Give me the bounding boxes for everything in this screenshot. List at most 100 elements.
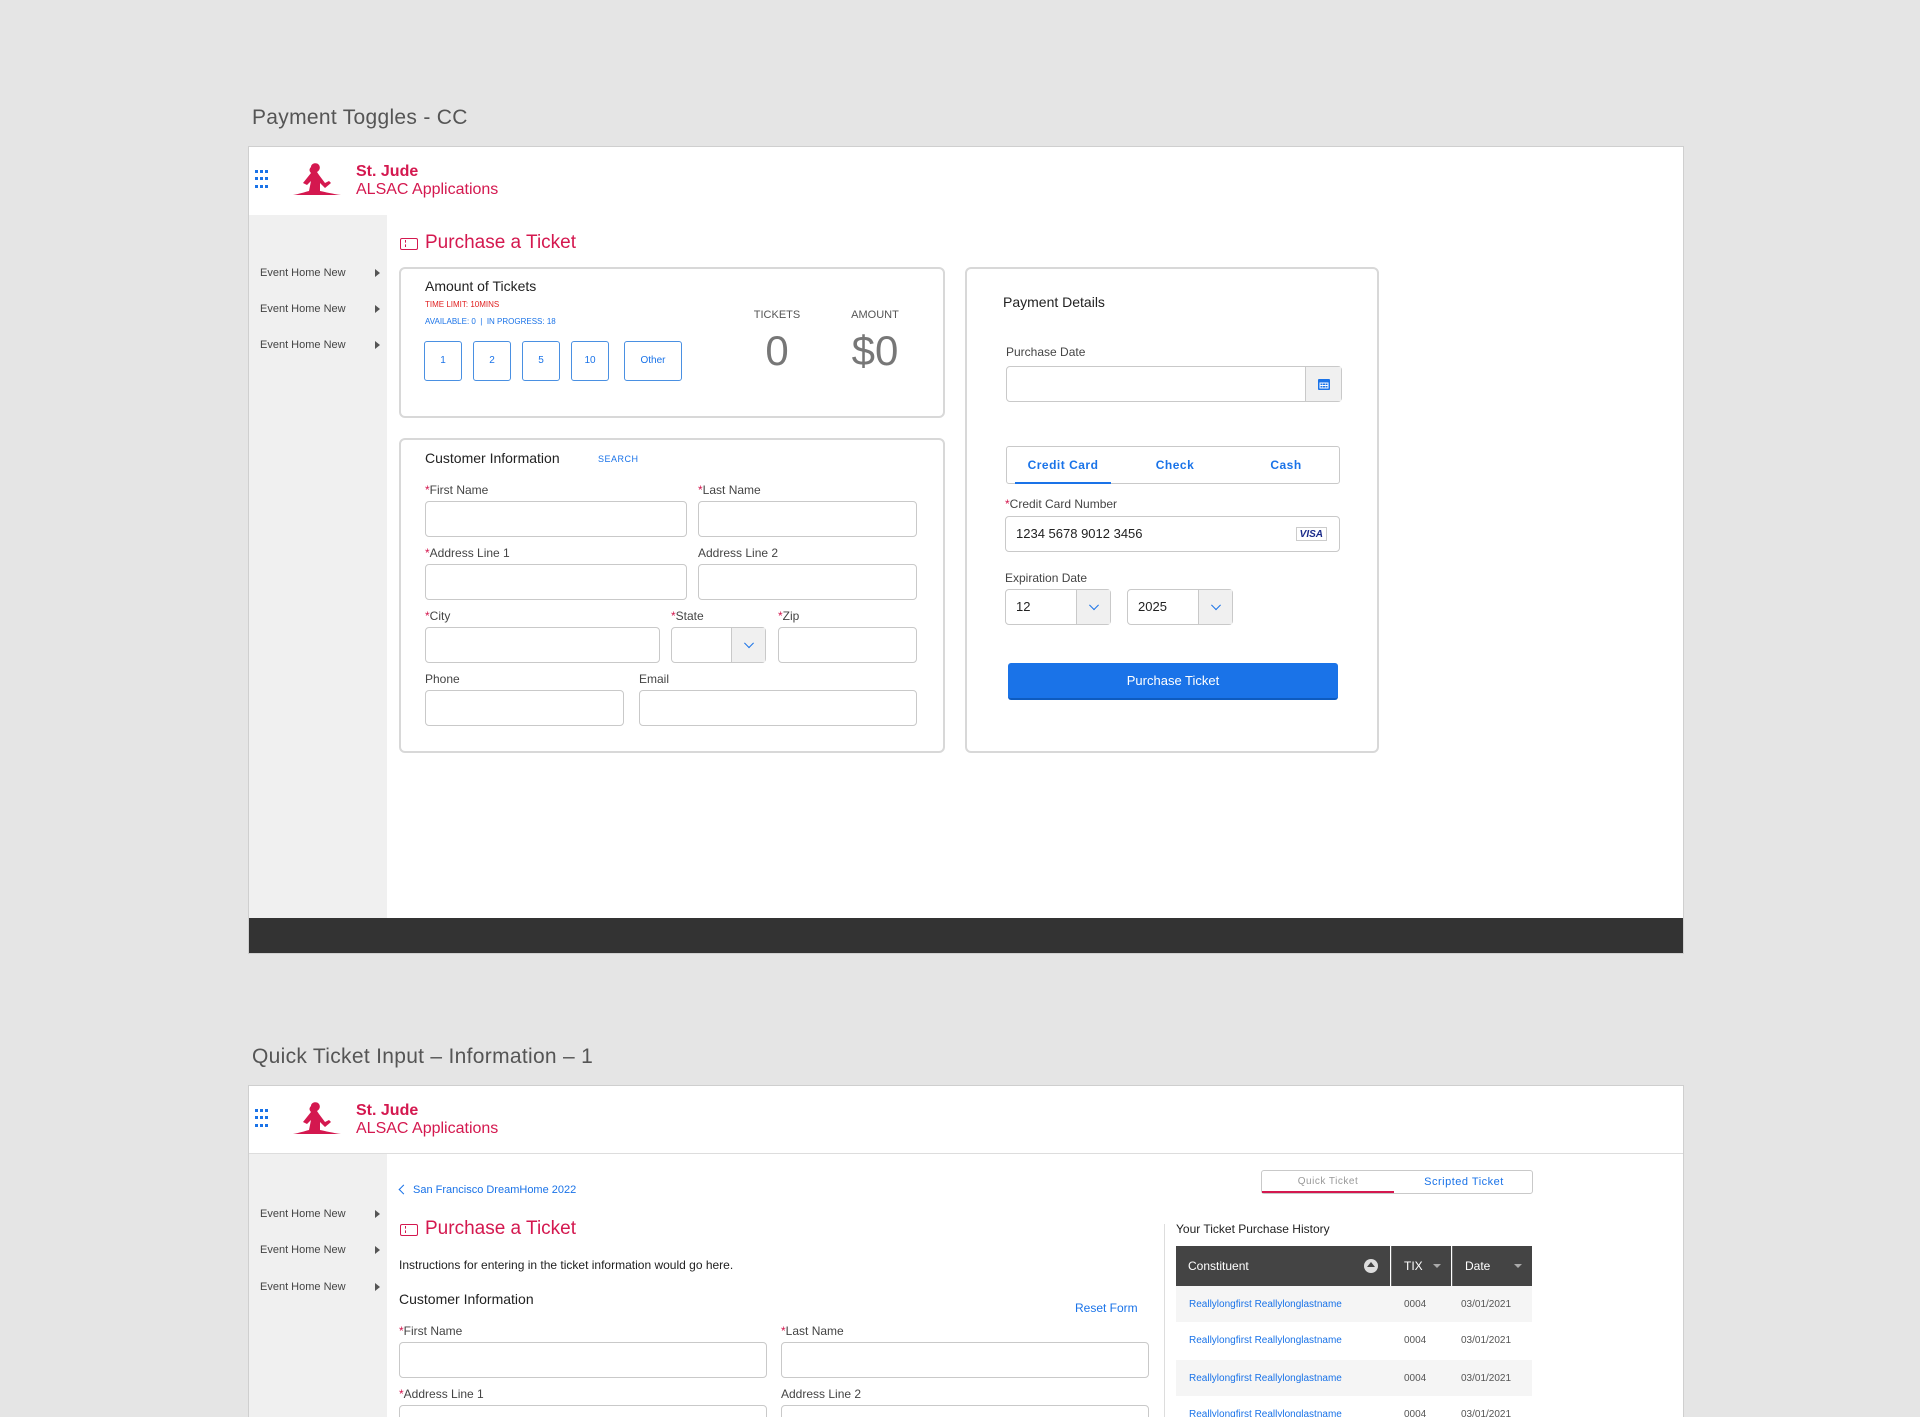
instructions-text: Instructions for entering in the ticket …: [399, 1258, 734, 1272]
caret-right-icon: [375, 341, 380, 349]
payment-method-tabs: Credit Card Check Cash: [1006, 446, 1340, 484]
exp-year-dropdown-arrow[interactable]: [1198, 590, 1232, 624]
top-bar: St. Jude ALSAC Applications: [249, 147, 1683, 215]
tab-credit-card[interactable]: Credit Card: [1007, 447, 1119, 484]
address1-input[interactable]: [425, 564, 687, 600]
sidebar-item-label: Event Home New: [260, 1208, 346, 1220]
first-name-label: *First Name: [399, 1324, 463, 1338]
qty-button-1[interactable]: 1: [424, 341, 462, 381]
tix-cell: 0004: [1404, 1299, 1427, 1310]
phone-input[interactable]: [425, 690, 624, 726]
exp-month-dropdown-arrow[interactable]: [1076, 590, 1110, 624]
sidebar-item-label: Event Home New: [260, 1281, 346, 1293]
table-row: Reallylongfirst Reallylonglastname 0004 …: [1176, 1322, 1532, 1358]
caret-right-icon: [375, 1210, 380, 1218]
sidebar-item-label: Event Home New: [260, 339, 346, 351]
tab-cash[interactable]: Cash: [1231, 447, 1341, 483]
history-title: Your Ticket Purchase History: [1176, 1222, 1330, 1236]
tix-cell: 0004: [1404, 1409, 1427, 1417]
tickets-label: TICKETS: [753, 309, 801, 321]
purchase-ticket-button[interactable]: Purchase Ticket: [1008, 663, 1338, 700]
sort-icon[interactable]: [1433, 1264, 1441, 1268]
address1-label: *Address Line 1: [425, 546, 510, 560]
app-launcher-icon[interactable]: [255, 1109, 271, 1129]
time-limit-text: TIME LIMIT: 10MINS: [425, 300, 500, 309]
sidebar-item-event-home-1[interactable]: Event Home New: [260, 267, 380, 279]
tickets-value: 0: [765, 327, 789, 374]
qty-button-5[interactable]: 5: [522, 341, 560, 381]
cc-number-input[interactable]: 1234 5678 9012 3456 VISA: [1005, 516, 1340, 552]
sidebar-item-event-home-2[interactable]: Event Home New: [260, 1244, 380, 1256]
column-header-date[interactable]: Date: [1452, 1246, 1532, 1286]
date-cell: 03/01/2021: [1461, 1373, 1512, 1384]
column-header-label: Date: [1465, 1259, 1491, 1273]
table-row: Reallylongfirst Reallylonglastname 0004 …: [1176, 1360, 1532, 1396]
exp-month-select[interactable]: 12: [1005, 589, 1111, 625]
reset-form-link[interactable]: Reset Form: [1075, 1301, 1138, 1315]
exp-year-select[interactable]: 2025: [1127, 589, 1233, 625]
chevron-down-icon: [1088, 600, 1099, 611]
column-header-label: Constituent: [1188, 1259, 1249, 1273]
address2-input[interactable]: [698, 564, 917, 600]
sort-icon[interactable]: [1514, 1264, 1522, 1268]
app-launcher-icon[interactable]: [255, 170, 271, 190]
sidebar-item-event-home-2[interactable]: Event Home New: [260, 303, 380, 315]
email-label: Email: [639, 672, 670, 686]
caret-right-icon: [375, 305, 380, 313]
amount-card-title: Amount of Tickets: [425, 278, 537, 294]
qty-button-other[interactable]: Other: [624, 341, 682, 381]
section-title-payment-toggles: Payment Toggles - CC: [252, 106, 468, 129]
cc-number-label: *Credit Card Number: [1005, 497, 1118, 511]
zip-input[interactable]: [778, 627, 917, 663]
qty-button-10[interactable]: 10: [571, 341, 609, 381]
address2-label: Address Line 2: [781, 1387, 862, 1401]
constituent-link[interactable]: Reallylongfirst Reallylonglastname: [1189, 1409, 1342, 1417]
state-dropdown-arrow[interactable]: [731, 628, 765, 662]
column-header-label: TIX: [1404, 1259, 1423, 1273]
caret-right-icon: [375, 269, 380, 277]
search-link[interactable]: SEARCH: [598, 454, 639, 464]
constituent-link[interactable]: Reallylongfirst Reallylonglastname: [1189, 1373, 1342, 1384]
qty-button-2[interactable]: 2: [473, 341, 511, 381]
table-row: Reallylongfirst Reallylonglastname 0004 …: [1176, 1286, 1532, 1322]
visa-icon: VISA: [1295, 527, 1327, 541]
tab-scripted-ticket[interactable]: Scripted Ticket: [1394, 1171, 1534, 1193]
first-name-input[interactable]: [399, 1342, 767, 1378]
tab-check[interactable]: Check: [1119, 447, 1231, 483]
address2-input[interactable]: [781, 1405, 1149, 1417]
sidebar-item-event-home-3[interactable]: Event Home New: [260, 1281, 380, 1293]
sort-asc-icon[interactable]: [1364, 1259, 1378, 1273]
amount-of-tickets-card: Amount of Tickets TIME LIMIT: 10MINS AVA…: [399, 267, 945, 418]
first-name-input[interactable]: [425, 501, 687, 537]
tab-quick-ticket[interactable]: Quick Ticket: [1262, 1171, 1394, 1193]
brand-name: St. Jude ALSAC Applications: [356, 163, 498, 199]
exp-month-value: 12: [1016, 599, 1031, 614]
date-cell: 03/01/2021: [1461, 1299, 1512, 1310]
sidebar-item-label: Event Home New: [260, 303, 346, 315]
brand-line2: ALSAC Applications: [356, 181, 499, 198]
exp-year-value: 2025: [1138, 599, 1167, 614]
calendar-button[interactable]: [1305, 367, 1341, 401]
sidebar-item-event-home-1[interactable]: Event Home New: [260, 1208, 380, 1220]
state-select[interactable]: [671, 627, 766, 663]
st-jude-logo: [293, 163, 341, 195]
constituent-link[interactable]: Reallylongfirst Reallylonglastname: [1189, 1299, 1342, 1310]
phone-label: Phone: [425, 672, 460, 686]
caret-right-icon: [375, 1283, 380, 1291]
column-header-tix[interactable]: TIX: [1391, 1246, 1451, 1286]
last-name-input[interactable]: [698, 501, 917, 537]
brand-name: St. Jude ALSAC Applications: [356, 1102, 498, 1138]
city-input[interactable]: [425, 627, 660, 663]
address1-input[interactable]: [399, 1405, 767, 1417]
last-name-input[interactable]: [781, 1342, 1149, 1378]
breadcrumb[interactable]: San Francisco DreamHome 2022: [398, 1184, 577, 1196]
column-header-constituent[interactable]: Constituent: [1176, 1246, 1390, 1286]
breadcrumb-label: San Francisco DreamHome 2022: [413, 1184, 577, 1196]
sidebar-item-event-home-3[interactable]: Event Home New: [260, 339, 380, 351]
purchase-date-input[interactable]: [1006, 366, 1342, 402]
purchase-date-label: Purchase Date: [1006, 345, 1086, 359]
brand-line1: St. Jude: [356, 163, 419, 180]
constituent-link[interactable]: Reallylongfirst Reallylonglastname: [1189, 1335, 1342, 1346]
zip-label: *Zip: [778, 609, 800, 623]
email-input[interactable]: [639, 690, 917, 726]
